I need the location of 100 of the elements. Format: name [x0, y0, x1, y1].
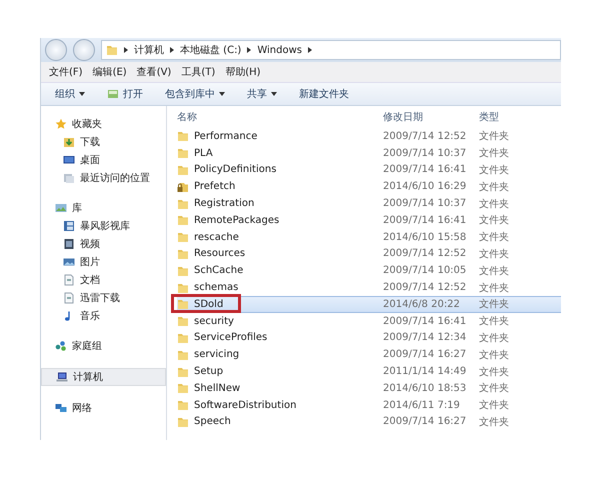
nav-item[interactable]: 库 — [41, 200, 166, 216]
folder-icon — [177, 282, 189, 294]
file-row[interactable]: ShellNew 2014/6/10 18:53 文件夹 — [177, 380, 561, 397]
folder-icon — [177, 130, 189, 142]
toolbar-button[interactable]: 包含到库中 — [165, 87, 225, 101]
modified-date: 2009/7/14 16:41 — [383, 164, 466, 176]
file-row[interactable]: rescache 2014/6/10 15:58 文件夹 — [177, 228, 561, 246]
nav-item[interactable]: 收藏夹 — [41, 116, 166, 132]
file-type: 文件夹 — [479, 350, 509, 361]
modified-date: 2011/1/14 14:49 — [383, 366, 466, 378]
modified-date: 2014/6/8 20:22 — [383, 298, 460, 310]
file-type: 文件夹 — [479, 299, 509, 310]
file-type: 文件夹 — [479, 366, 509, 378]
nav-item[interactable]: 下载 — [41, 134, 166, 150]
nav-item[interactable]: 网络 — [41, 400, 166, 416]
folder-icon — [177, 298, 189, 310]
file-row[interactable]: schemas 2009/7/14 12:52 文件夹 — [177, 279, 561, 296]
modified-date: 2014/6/10 16:29 — [383, 181, 466, 192]
file-row[interactable]: RemotePackages 2009/7/14 16:41 文件夹 — [177, 212, 561, 229]
file-row[interactable]: PolicyDefinitions 2009/7/14 16:41 文件夹 — [177, 162, 561, 178]
nav-item[interactable]: 桌面 — [41, 152, 166, 168]
file-row[interactable]: SoftwareDistribution 2014/6/11 7:19 文件夹 — [177, 396, 561, 414]
menu-item[interactable]: 编辑(E) — [92, 65, 127, 79]
folder-icon — [177, 399, 189, 412]
file-row[interactable]: PLA 2009/7/14 10:37 文件夹 — [177, 144, 561, 162]
folder-icon — [177, 264, 189, 277]
folder-icon — [177, 332, 189, 344]
file-type: 文件夹 — [479, 248, 509, 260]
breadcrumb-item[interactable]: 本地磁盘 (C:) — [180, 43, 242, 57]
file-row[interactable]: Resources 2009/7/14 12:52 文件夹 — [177, 246, 561, 262]
file-row[interactable]: servicing 2009/7/14 16:27 文件夹 — [177, 346, 561, 364]
file-row[interactable]: Performance 2009/7/14 12:52 文件夹 — [177, 128, 561, 145]
file-name: SoftwareDistribution — [194, 400, 296, 411]
nav-item[interactable]: 视频 — [41, 236, 166, 252]
file-name: SchCache — [194, 265, 244, 276]
file-name: Resources — [194, 248, 246, 260]
modified-date: 2009/7/14 16:27 — [383, 349, 466, 360]
folder-icon — [177, 315, 189, 328]
toolbar-button[interactable]: 新建文件夹 — [299, 87, 349, 101]
menu-item[interactable]: 文件(F) — [49, 65, 83, 79]
file-name: security — [194, 316, 234, 327]
file-row[interactable]: security 2009/7/14 16:41 文件夹 — [177, 312, 561, 330]
folder-icon — [177, 248, 189, 260]
file-name: ServiceProfiles — [194, 332, 268, 344]
file-row[interactable]: ServiceProfiles 2009/7/14 12:34 文件夹 — [177, 330, 561, 346]
nav-item[interactable]: 音乐 — [41, 308, 166, 324]
file-type: 文件夹 — [479, 164, 509, 176]
modified-date: 2009/7/14 12:52 — [383, 130, 466, 142]
breadcrumb-item[interactable]: Windows — [257, 44, 302, 56]
file-row[interactable]: SchCache 2009/7/14 10:05 文件夹 — [177, 262, 561, 280]
file-name: Speech — [194, 416, 231, 428]
file-type: 文件夹 — [479, 215, 509, 226]
file-name: schemas — [194, 282, 238, 294]
folder-icon — [177, 348, 189, 361]
modified-date: 2009/7/14 10:05 — [383, 265, 466, 276]
file-type: 文件夹 — [479, 198, 509, 210]
file-type: 文件夹 — [479, 383, 509, 394]
video-icon — [63, 238, 75, 250]
back-button[interactable] — [45, 39, 67, 61]
address-bar[interactable]: 计算机 本地磁盘 (C:) Windows — [101, 40, 561, 60]
nav-item[interactable]: 家庭组 — [41, 338, 166, 354]
desktop-icon — [63, 154, 75, 166]
file-row[interactable]: Prefetch 2014/6/10 16:29 文件夹 — [177, 178, 561, 196]
nav-item[interactable]: 暴风影视库 — [41, 218, 166, 234]
file-name: Registration — [194, 198, 254, 210]
nav-item[interactable]: 迅雷下载 — [41, 290, 166, 306]
file-row[interactable]: Speech 2009/7/14 16:27 文件夹 — [177, 414, 561, 430]
file-row[interactable]: Registration 2009/7/14 10:37 文件夹 — [177, 195, 561, 212]
modified-date: 2009/7/14 10:37 — [383, 148, 466, 159]
toolbar-button[interactable]: 共享 — [247, 87, 277, 101]
nav-item[interactable]: 计算机 — [41, 368, 166, 386]
nav-item[interactable]: 文档 — [41, 272, 166, 288]
folder-icon — [177, 231, 189, 244]
forward-button[interactable] — [73, 39, 95, 61]
breadcrumb-item[interactable]: 计算机 — [134, 43, 164, 57]
file-row[interactable]: Setup 2011/1/14 14:49 文件夹 — [177, 363, 561, 380]
modified-date: 2009/7/14 16:27 — [383, 416, 466, 428]
menu-item[interactable]: 工具(T) — [181, 65, 216, 79]
folder-icon — [177, 382, 189, 394]
column-header[interactable]: 名称 — [177, 110, 383, 124]
file-name: SDold — [194, 298, 224, 310]
nav-item[interactable]: 最近访问的位置 — [41, 170, 166, 186]
nav-item[interactable]: 图片 — [41, 254, 166, 270]
file-name: rescache — [194, 232, 239, 243]
modified-date: 2009/7/14 16:41 — [383, 214, 466, 226]
modified-date: 2014/6/10 18:53 — [383, 382, 466, 394]
recent-places-icon — [63, 172, 75, 184]
locked-folder-icon — [177, 180, 189, 193]
file-type: 文件夹 — [479, 416, 509, 428]
modified-date: 2009/7/14 12:52 — [383, 248, 466, 260]
download-folder-icon — [63, 136, 75, 148]
toolbar-button[interactable]: 打开 — [107, 87, 143, 101]
toolbar-button[interactable]: 组织 — [55, 87, 85, 101]
menu-item[interactable]: 查看(V) — [136, 65, 172, 79]
highlight-frame — [171, 294, 241, 313]
menu-item[interactable]: 帮助(H) — [225, 65, 261, 79]
column-header[interactable]: 修改日期 — [383, 110, 479, 124]
column-header[interactable]: 类型 — [479, 110, 539, 124]
file-name: PLA — [194, 148, 213, 159]
library-icon — [55, 202, 67, 214]
